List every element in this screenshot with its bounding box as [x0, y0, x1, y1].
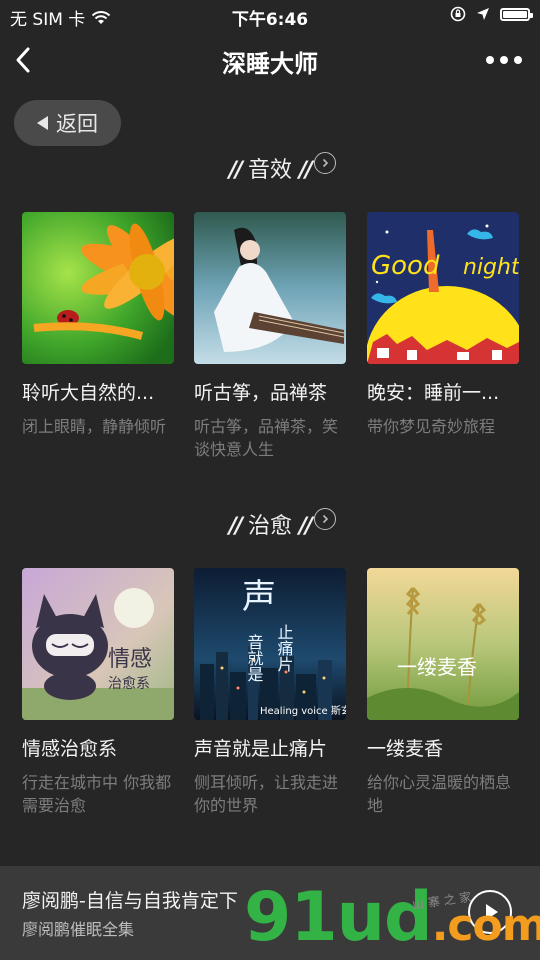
- rotation-lock-icon: [450, 6, 466, 22]
- battery-icon: [500, 7, 533, 21]
- now-playing-title: 廖阅鹏-自信与自我肯定下: [22, 890, 238, 912]
- sound-text-2: 止痛片: [275, 624, 294, 672]
- healing-text-1: 情感: [108, 647, 152, 672]
- card-sound-painkiller[interactable]: 声 止痛片 音就是 Healing voice 斯玄 声音就是止痛片 侧耳倾听，…: [194, 568, 346, 817]
- nav-bar: 深睡大师: [0, 32, 540, 88]
- play-button[interactable]: [468, 890, 512, 934]
- card-title: 听古筝，品禅茶: [194, 382, 328, 404]
- back-triangle-icon: [37, 116, 48, 130]
- sound-text-4: Healing voice 斯玄: [260, 704, 346, 717]
- card-thumbnail: 一缕麦香: [367, 568, 519, 720]
- card-description: 闭上眼睛，静静倾听: [22, 417, 167, 436]
- card-description: 带你梦见奇妙旅程: [367, 417, 496, 436]
- section-header-healing: // 治愈 //: [0, 506, 540, 540]
- card-thumbnail: 情感 治愈系: [22, 568, 174, 720]
- page-title: 深睡大师: [222, 50, 318, 78]
- section-title: // 音效 //: [228, 158, 313, 183]
- section-header-sound-effects: // 音效 //: [0, 150, 540, 184]
- card-wheat[interactable]: 一缕麦香 一缕麦香 给你心灵温暖的栖息地: [367, 568, 519, 817]
- back-button-label: 返回: [56, 112, 98, 136]
- sound-text-1: 声: [242, 577, 276, 617]
- card-description: 行走在城市中 你我都需要治愈: [22, 773, 172, 815]
- card-title: 声音就是止痛片: [194, 738, 328, 760]
- card-title: 晚安：睡前一...: [367, 382, 500, 404]
- card-title: 情感治愈系: [22, 738, 118, 760]
- play-icon: [486, 904, 498, 920]
- status-bar: 无 SIM 卡 下午6:46: [0, 0, 540, 32]
- back-button[interactable]: 返回: [14, 100, 121, 146]
- card-thumbnail: 声 止痛片 音就是 Healing voice 斯玄: [194, 568, 346, 720]
- card-title: 一缕麦香: [367, 738, 444, 760]
- section-more-arrow-icon[interactable]: [314, 508, 336, 530]
- card-thumbnail: Good night: [367, 212, 519, 364]
- now-playing-album: 廖阅鹏催眠全集: [22, 920, 135, 939]
- card-thumbnail: [194, 212, 346, 364]
- good-text: Good: [371, 251, 440, 281]
- more-icon[interactable]: [486, 50, 522, 70]
- card-thumbnail: [22, 212, 174, 364]
- card-good-night[interactable]: Good night 晚安：睡前一... 带你梦见奇妙旅程: [367, 212, 519, 438]
- healing-text-2: 治愈系: [108, 676, 150, 692]
- section-more-arrow-icon[interactable]: [314, 152, 336, 174]
- card-guzheng[interactable]: 听古筝，品禅茶 听古筝，品禅茶，笑谈快意人生: [194, 212, 346, 461]
- card-description: 侧耳倾听，让我走进你的世界: [194, 773, 339, 815]
- card-nature[interactable]: 聆听大自然的... 闭上眼睛，静静倾听: [22, 212, 174, 438]
- card-description: 给你心灵温暖的栖息地: [367, 773, 512, 815]
- screen: 无 SIM 卡 下午6:46 深睡大师 返回 // 音效 // 聆听大自然的..…: [0, 0, 540, 960]
- card-emotional-healing[interactable]: 情感 治愈系 情感治愈系 行走在城市中 你我都需要治愈: [22, 568, 174, 817]
- card-description: 听古筝，品禅茶，笑谈快意人生: [194, 417, 339, 459]
- sound-text-3: 音就是: [245, 634, 264, 682]
- section-title: // 治愈 //: [228, 514, 313, 539]
- wheat-text: 一缕麦香: [397, 655, 477, 679]
- location-icon: [477, 8, 489, 20]
- night-text: night: [463, 255, 519, 280]
- card-title: 聆听大自然的...: [22, 382, 155, 404]
- now-playing-bar[interactable]: 廖阅鹏-自信与自我肯定下 廖阅鹏催眠全集: [0, 866, 540, 960]
